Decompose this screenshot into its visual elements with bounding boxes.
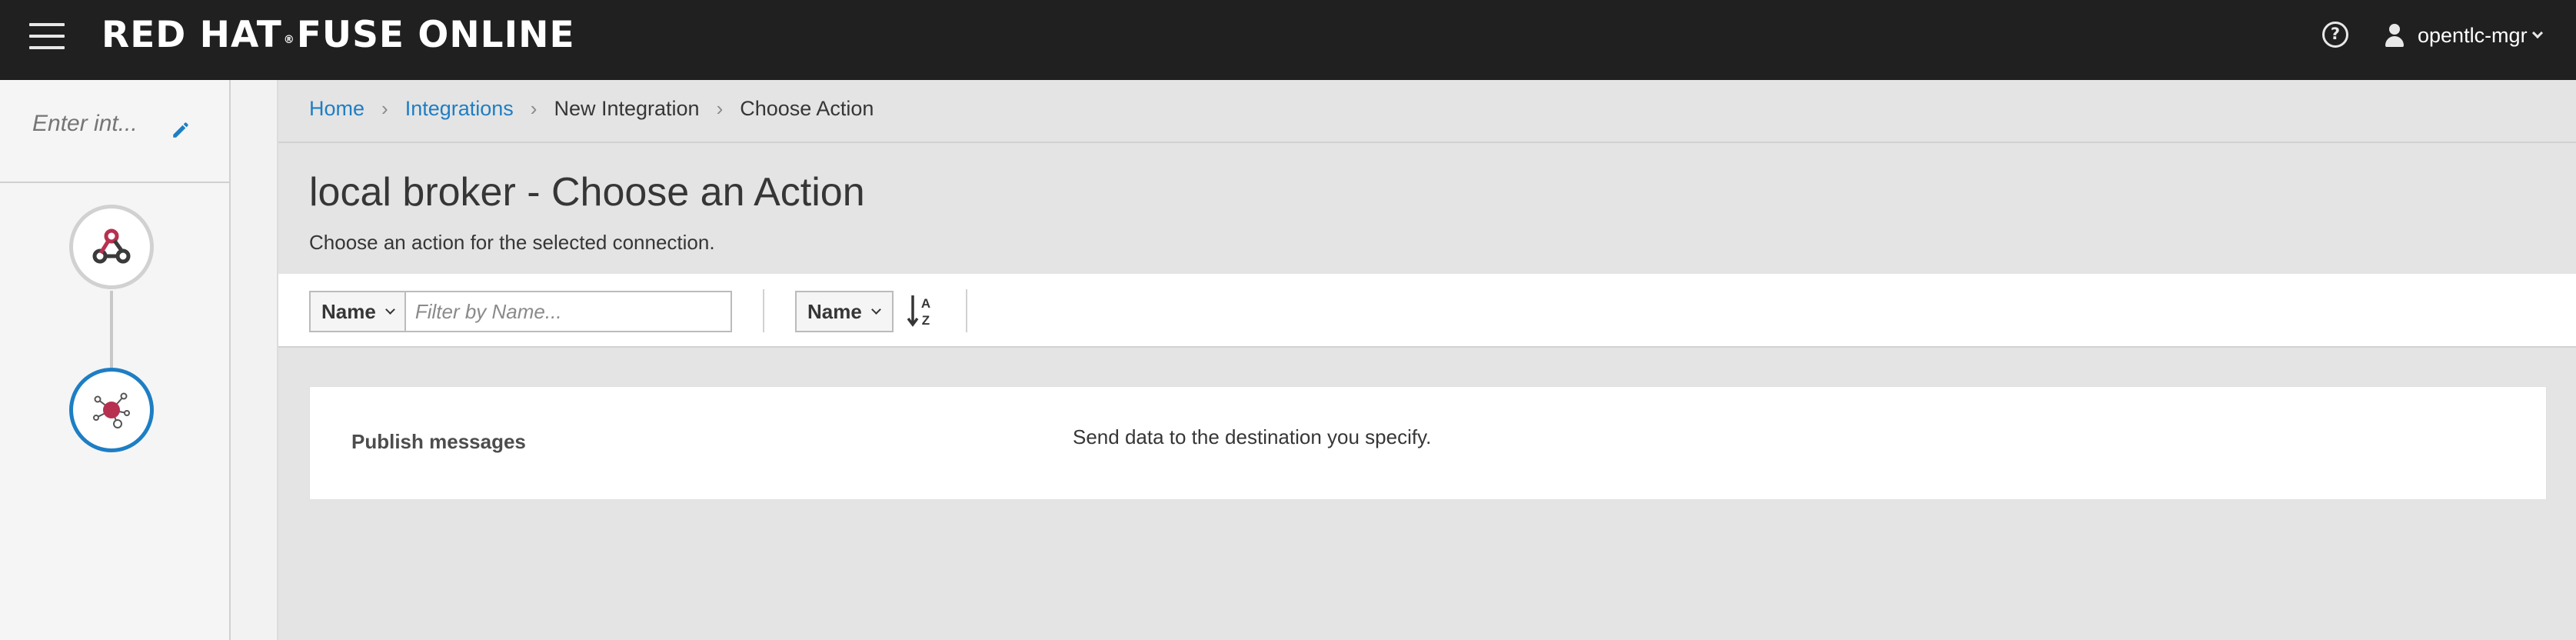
integration-name-input[interactable]: [32, 111, 163, 137]
main-content: Home › Integrations › New Integration › …: [278, 80, 2576, 640]
integration-steps-panel: [0, 80, 231, 640]
step-start-webhook[interactable]: [69, 205, 154, 289]
sort-field-label: Name: [807, 299, 862, 323]
sort-field-dropdown[interactable]: Name: [795, 291, 894, 332]
top-navigation-bar: RED HAT ®FUSE ONLINE ? opentlc-mgr: [0, 0, 2576, 80]
integration-name-row: [0, 80, 229, 183]
help-icon[interactable]: ?: [2322, 22, 2348, 48]
chevron-right-icon: ›: [716, 97, 724, 120]
filter-field-label: Name: [321, 299, 376, 323]
sort-group: Name: [795, 291, 894, 332]
webhook-icon: [92, 228, 131, 264]
svg-text:Z: Z: [922, 313, 930, 328]
chevron-right-icon: ›: [530, 97, 537, 120]
breadcrumb-choose-action: Choose Action: [740, 97, 874, 120]
brand-logo: RED HAT ®FUSE ONLINE: [102, 14, 575, 56]
chevron-down-icon: [2531, 27, 2543, 39]
step-finish-amq-broker[interactable]: [69, 368, 154, 452]
chevron-down-icon: [870, 304, 881, 315]
chevron-down-icon: [384, 304, 395, 315]
filter-field-dropdown[interactable]: Name: [309, 291, 406, 332]
breadcrumb-home[interactable]: Home: [309, 97, 364, 121]
toolbar-divider: [966, 289, 967, 332]
action-list-item[interactable]: Publish messages Send data to the destin…: [309, 386, 2547, 500]
breadcrumb-integrations[interactable]: Integrations: [405, 97, 514, 121]
page-title: local broker - Choose an Action: [309, 170, 865, 215]
user-menu[interactable]: opentlc-mgr: [2384, 20, 2543, 51]
toolbar-divider: [763, 289, 764, 332]
chevron-right-icon: ›: [381, 97, 388, 120]
divider: [278, 142, 2576, 143]
panel-separator: [231, 80, 278, 640]
user-name: opentlc-mgr: [2418, 23, 2528, 47]
action-name: Publish messages: [351, 430, 526, 453]
filter-input[interactable]: [405, 291, 732, 332]
breadcrumb: Home › Integrations › New Integration › …: [309, 97, 874, 121]
user-icon: [2384, 22, 2405, 48]
action-description: Send data to the destination you specify…: [1073, 425, 1432, 448]
hamburger-menu-icon[interactable]: [29, 23, 65, 49]
breadcrumb-new-integration: New Integration: [554, 97, 700, 120]
page-subtitle: Choose an action for the selected connec…: [309, 231, 715, 254]
pencil-icon[interactable]: [171, 120, 191, 140]
sort-alpha-asc-icon[interactable]: A Z: [907, 292, 935, 329]
svg-text:A: A: [921, 296, 930, 311]
filter-group: Name: [309, 291, 732, 332]
filter-toolbar: Name Name A Z: [278, 274, 2576, 348]
amq-broker-icon: [93, 392, 130, 428]
